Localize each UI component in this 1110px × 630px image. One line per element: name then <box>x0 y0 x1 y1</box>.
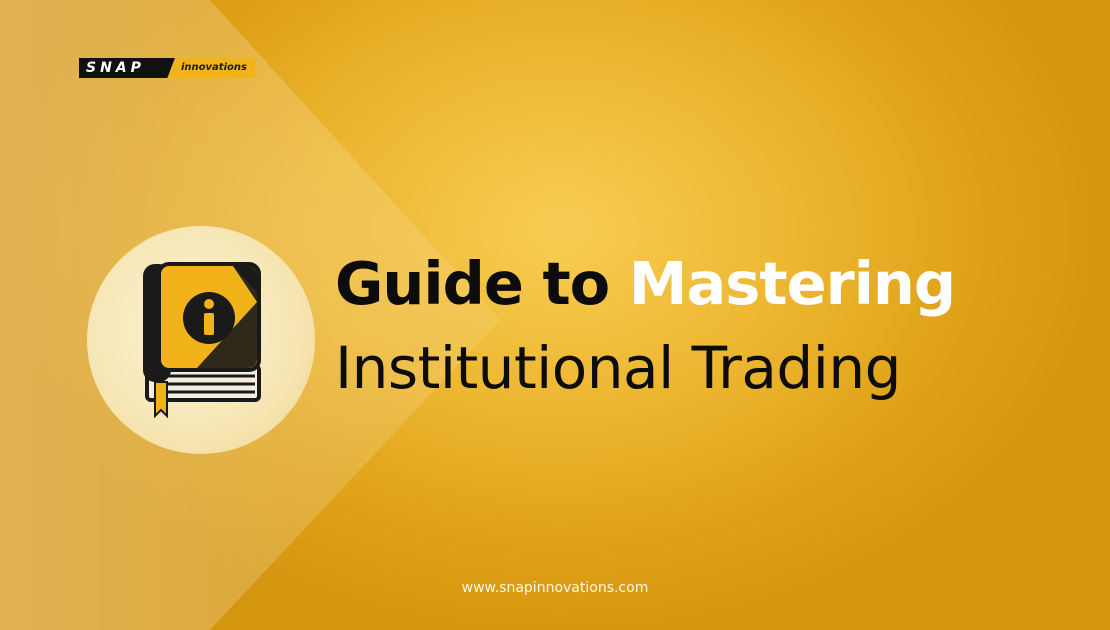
title-part-1: Guide to <box>335 249 610 318</box>
page-subtitle: Institutional Trading <box>335 334 901 402</box>
banner: SNAP innovations Guide to Mastering Inst… <box>0 0 1110 630</box>
logo-snap-text: SNAP <box>79 58 175 78</box>
title-part-2: Mastering <box>628 249 956 318</box>
info-book-icon <box>143 262 261 418</box>
website-url: www.snapinnovations.com <box>461 580 649 596</box>
logo-innovations-text: innovations <box>169 58 255 78</box>
page-title: Guide to Mastering <box>335 245 956 323</box>
snap-innovations-logo: SNAP innovations <box>79 58 255 78</box>
